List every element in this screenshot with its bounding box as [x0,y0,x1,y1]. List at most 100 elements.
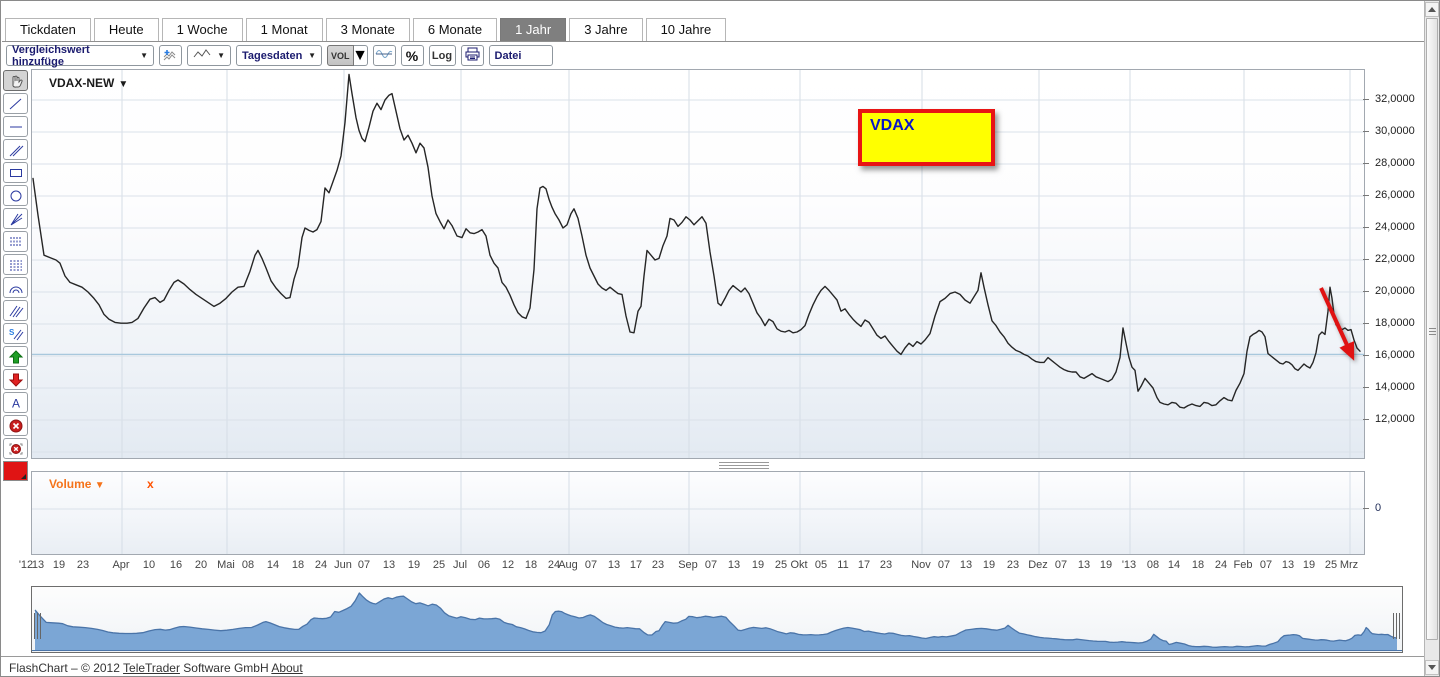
tab-6-monate[interactable]: 6 Monate [412,18,498,41]
x-axis-label: Dez [1028,559,1048,571]
y-axis-label: 18,0000 [1375,317,1415,329]
fib-time-zones-tool[interactable] [3,231,28,252]
x-axis-label: 24 [314,559,328,571]
parallel-lines-tool[interactable] [3,139,28,160]
delete-tool[interactable] [3,415,28,436]
line-style-dropdown[interactable]: ▼ [187,45,231,66]
overlay-style-button[interactable] [372,45,396,66]
fan-lines-tool[interactable] [3,208,28,229]
price-axis[interactable]: 32,0000 30,0000 28,0000 26,0000 24,0000 22,00… [1363,69,1425,461]
fan-lines-icon [10,213,22,225]
x-axis-label: Feb [1233,559,1253,571]
add-study-button[interactable] [159,45,182,66]
main-chart-pane[interactable]: VDAX-NEW ▼ VDAX [31,69,1365,459]
fib-time-zones-icon [10,236,20,247]
compare-dropdown-label: Vergleichswert hinzufüge [12,43,90,68]
volume-close-button[interactable]: x [147,477,154,491]
y-axis-tick [1363,195,1369,196]
ellipse-tool[interactable] [3,185,28,206]
symbol-label[interactable]: VDAX-NEW ▼ [49,76,128,90]
vdax-annotation-box[interactable]: VDAX [858,109,995,166]
delete-all-tool[interactable] [3,438,28,459]
symbol-name: VDAX-NEW [49,76,115,90]
x-axis-label: 14 [266,559,280,571]
red-arrow-annotation[interactable] [1319,287,1355,361]
chart-toolbar: Vergleichswert hinzufüge ▼ ▼ Tagesdaten … [6,43,553,68]
scrollbar-grip-icon [1429,328,1436,336]
gann-s-lines-tool[interactable]: S [3,323,28,344]
footer-text: FlashChart – © 2012 [9,661,124,675]
text-tool[interactable]: A [3,392,28,413]
volume-pane-title[interactable]: Volume ▼ [49,477,105,491]
scroll-down-button[interactable] [1425,660,1439,675]
percent-scale-button[interactable]: % [400,45,424,66]
volume-dropdown-button[interactable]: ▼ [352,45,368,66]
scrollbar-thumb[interactable] [1426,18,1438,640]
y-axis-label: 28,0000 [1375,157,1415,169]
hand-tool[interactable] [3,70,28,91]
tab-1-jahr[interactable]: 1 Jahr [500,18,567,41]
about-link[interactable]: About [271,661,302,675]
volume-pane[interactable]: Volume ▼ x [31,471,1365,555]
x-axis-label: 07 [937,559,951,571]
tab-1-monat[interactable]: 1 Monat [245,18,323,41]
y-axis-label: 14,0000 [1375,381,1415,393]
color-swatch[interactable] [3,461,28,481]
y-axis-label: 20,0000 [1375,285,1415,297]
tab-tickdaten[interactable]: Tickdaten [5,18,91,41]
trendline-tool[interactable] [3,93,28,114]
volume-axis: 0 [1363,471,1407,555]
volume-toggle-button[interactable]: VOL [327,45,354,66]
x-axis-label: 23 [76,559,90,571]
compare-dropdown[interactable]: Vergleichswert hinzufüge ▼ [6,43,154,68]
splitter-grip-icon[interactable] [719,462,769,469]
interval-dropdown[interactable]: Tagesdaten ▼ [236,45,322,66]
price-chart-canvas[interactable] [32,70,1364,458]
log-scale-button[interactable]: Log [428,45,456,66]
y-axis-label: 24,0000 [1375,221,1415,233]
y-axis-tick [1363,163,1369,164]
navigator-right-handle[interactable] [1393,613,1400,639]
arrow-up-marker-tool[interactable] [3,346,28,367]
y-axis-label: 12,0000 [1375,413,1415,425]
x-axis-label: Apr [112,559,130,571]
x-axis-label: 07 [357,559,371,571]
teletrader-link[interactable]: TeleTrader [123,661,180,675]
tab-10-jahre[interactable]: 10 Jahre [645,18,727,41]
tab-heute[interactable]: Heute [93,18,159,41]
pane-splitter[interactable] [31,460,1365,470]
x-axis-label: 06 [477,559,491,571]
vdax-annotation-text: VDAX [870,117,915,134]
scroll-up-button[interactable] [1425,2,1439,17]
delete-icon [9,419,22,432]
tab-3-jahre[interactable]: 3 Jahre [569,18,643,41]
print-button[interactable] [460,45,484,66]
vertical-scrollbar[interactable] [1424,1,1439,676]
y-axis-tick [1363,387,1369,388]
x-axis-label: 19 [407,559,421,571]
arc-tool[interactable] [3,277,28,298]
print-icon [465,47,480,64]
horizontal-line-tool[interactable] [3,116,28,137]
log-label: Log [431,49,453,62]
volume-toggle-group: VOL ▼ [327,45,368,66]
x-axis-label: 12 [501,559,515,571]
time-axis[interactable]: '12 13 19 23 Apr 10 16 20 Mai 08 14 18 24 Jun 07 13 19 25… [19,559,1365,575]
x-axis-label: 16 [169,559,183,571]
tab-1-woche[interactable]: 1 Woche [161,18,243,41]
file-menu-button[interactable]: Datei [488,45,553,66]
fib-retracement-tool[interactable] [3,254,28,275]
rectangle-tool[interactable] [3,162,28,183]
speed-lines-tool[interactable] [3,300,28,321]
tab-3-monate[interactable]: 3 Monate [325,18,410,41]
navigator-left-handle[interactable] [34,613,41,639]
x-axis-label: 10 [142,559,156,571]
footer-text: Software GmbH [179,661,272,675]
range-navigator[interactable] [31,586,1403,653]
navigator-area [35,593,1397,650]
x-axis-label: 13 [1077,559,1091,571]
x-axis-label: 24 [1214,559,1228,571]
arrow-down-marker-tool[interactable] [3,369,28,390]
x-axis-label: 25 [1324,559,1338,571]
arc-icon [9,286,22,293]
